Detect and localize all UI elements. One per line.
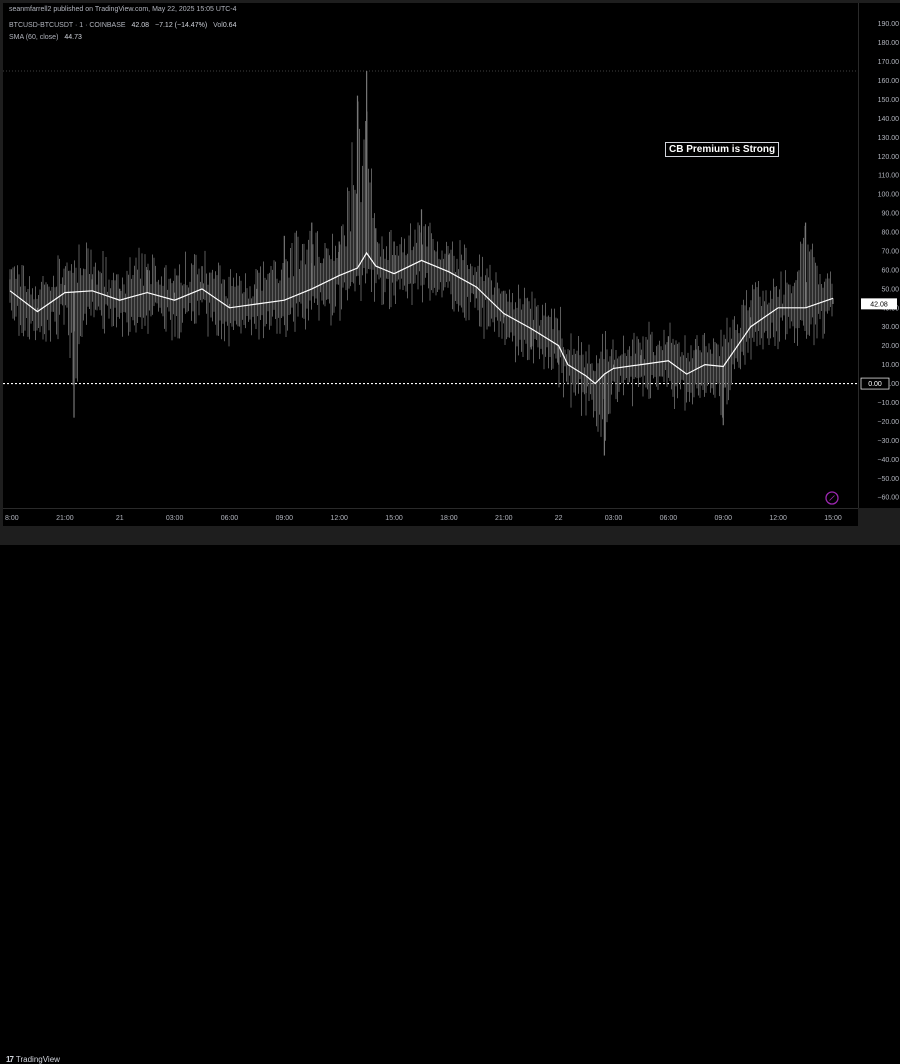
price-tick-label: 130.00 bbox=[878, 135, 900, 142]
price-tick-label: −50.00 bbox=[877, 476, 899, 483]
price-tick-label: −30.00 bbox=[877, 438, 899, 445]
price-tick-label: 110.00 bbox=[878, 173, 899, 180]
price-tick-label: 140.00 bbox=[878, 116, 900, 123]
price-tick-label: 170.00 bbox=[878, 59, 900, 66]
time-tick-label: 09:00 bbox=[276, 515, 294, 522]
time-tick-label: 21 bbox=[116, 515, 124, 522]
price-tick-label: −10.00 bbox=[877, 400, 899, 407]
price-tick-label: 50.00 bbox=[881, 286, 899, 293]
time-tick-label: 8:00 bbox=[5, 515, 19, 522]
price-axis-svg: −60.00 −50.00 −40.00 −30.00 −20.00 −10.00 0.00… bbox=[860, 21, 900, 502]
current-price-tag-label: 42.08 bbox=[870, 301, 888, 308]
footer-bar: 17 TradingView bbox=[0, 526, 900, 1064]
price-tick-label: 90.00 bbox=[881, 211, 899, 218]
time-tick-label: 21:00 bbox=[495, 515, 513, 522]
price-tick-label: 80.00 bbox=[881, 230, 899, 237]
price-tick-label: 30.00 bbox=[881, 324, 899, 331]
time-tick-label: 15:00 bbox=[385, 515, 403, 522]
zero-tag-label: 0.00 bbox=[868, 381, 882, 388]
tradingview-logo-icon: 17 bbox=[6, 1055, 14, 1064]
price-tick-label: −40.00 bbox=[877, 457, 899, 464]
time-tick-label: 12:00 bbox=[330, 515, 348, 522]
price-axis[interactable]: −60.00 −50.00 −40.00 −30.00 −20.00 −10.00 0.00… bbox=[858, 3, 900, 508]
time-tick-label: 03:00 bbox=[605, 515, 623, 522]
price-tick-label: −20.00 bbox=[877, 419, 899, 426]
plot-svg bbox=[3, 70, 858, 456]
price-tick-label: 70.00 bbox=[881, 248, 899, 255]
price-tick-label: 160.00 bbox=[878, 78, 900, 85]
compass-icon[interactable] bbox=[824, 490, 840, 506]
time-axis-svg: 8:00 21:00 21 03:00 06:00 09:00 12:00 15:00 18:0… bbox=[5, 515, 842, 522]
price-tick-label: 180.00 bbox=[878, 40, 900, 47]
price-tick-label: 190.00 bbox=[878, 21, 900, 28]
price-tick-label: 60.00 bbox=[881, 267, 899, 274]
brand-label: TradingView bbox=[15, 1055, 60, 1064]
time-tick-label: 09:00 bbox=[715, 515, 733, 522]
time-tick-label: 06:00 bbox=[660, 515, 678, 522]
price-tick-label: 10.00 bbox=[881, 362, 899, 369]
time-axis[interactable]: 8:00 21:00 21 03:00 06:00 09:00 12:00 15:00 18:0… bbox=[3, 508, 858, 527]
time-tick-label: 12:00 bbox=[769, 515, 787, 522]
tradingview-brand[interactable]: 17 TradingView bbox=[6, 1055, 60, 1064]
annotation-box[interactable]: CB Premium is Strong bbox=[665, 142, 780, 157]
time-tick-label: 18:00 bbox=[440, 515, 458, 522]
time-tick-label: 03:00 bbox=[166, 515, 184, 522]
chart-frame: seanmfarrell2 published on TradingView.c… bbox=[0, 0, 900, 1064]
price-tick-label: 120.00 bbox=[878, 154, 900, 161]
price-tick-label: 100.00 bbox=[878, 192, 900, 199]
time-tick-label: 06:00 bbox=[221, 515, 239, 522]
time-tick-label: 15:00 bbox=[824, 515, 842, 522]
price-tick-label: −60.00 bbox=[877, 495, 899, 502]
chart-canvas[interactable]: seanmfarrell2 published on TradingView.c… bbox=[3, 3, 858, 508]
price-tick-label: 150.00 bbox=[878, 97, 900, 104]
time-tick-label: 22 bbox=[555, 515, 563, 522]
time-tick-label: 21:00 bbox=[56, 515, 74, 522]
price-bars bbox=[9, 71, 834, 456]
price-tick-label: 20.00 bbox=[881, 343, 899, 350]
